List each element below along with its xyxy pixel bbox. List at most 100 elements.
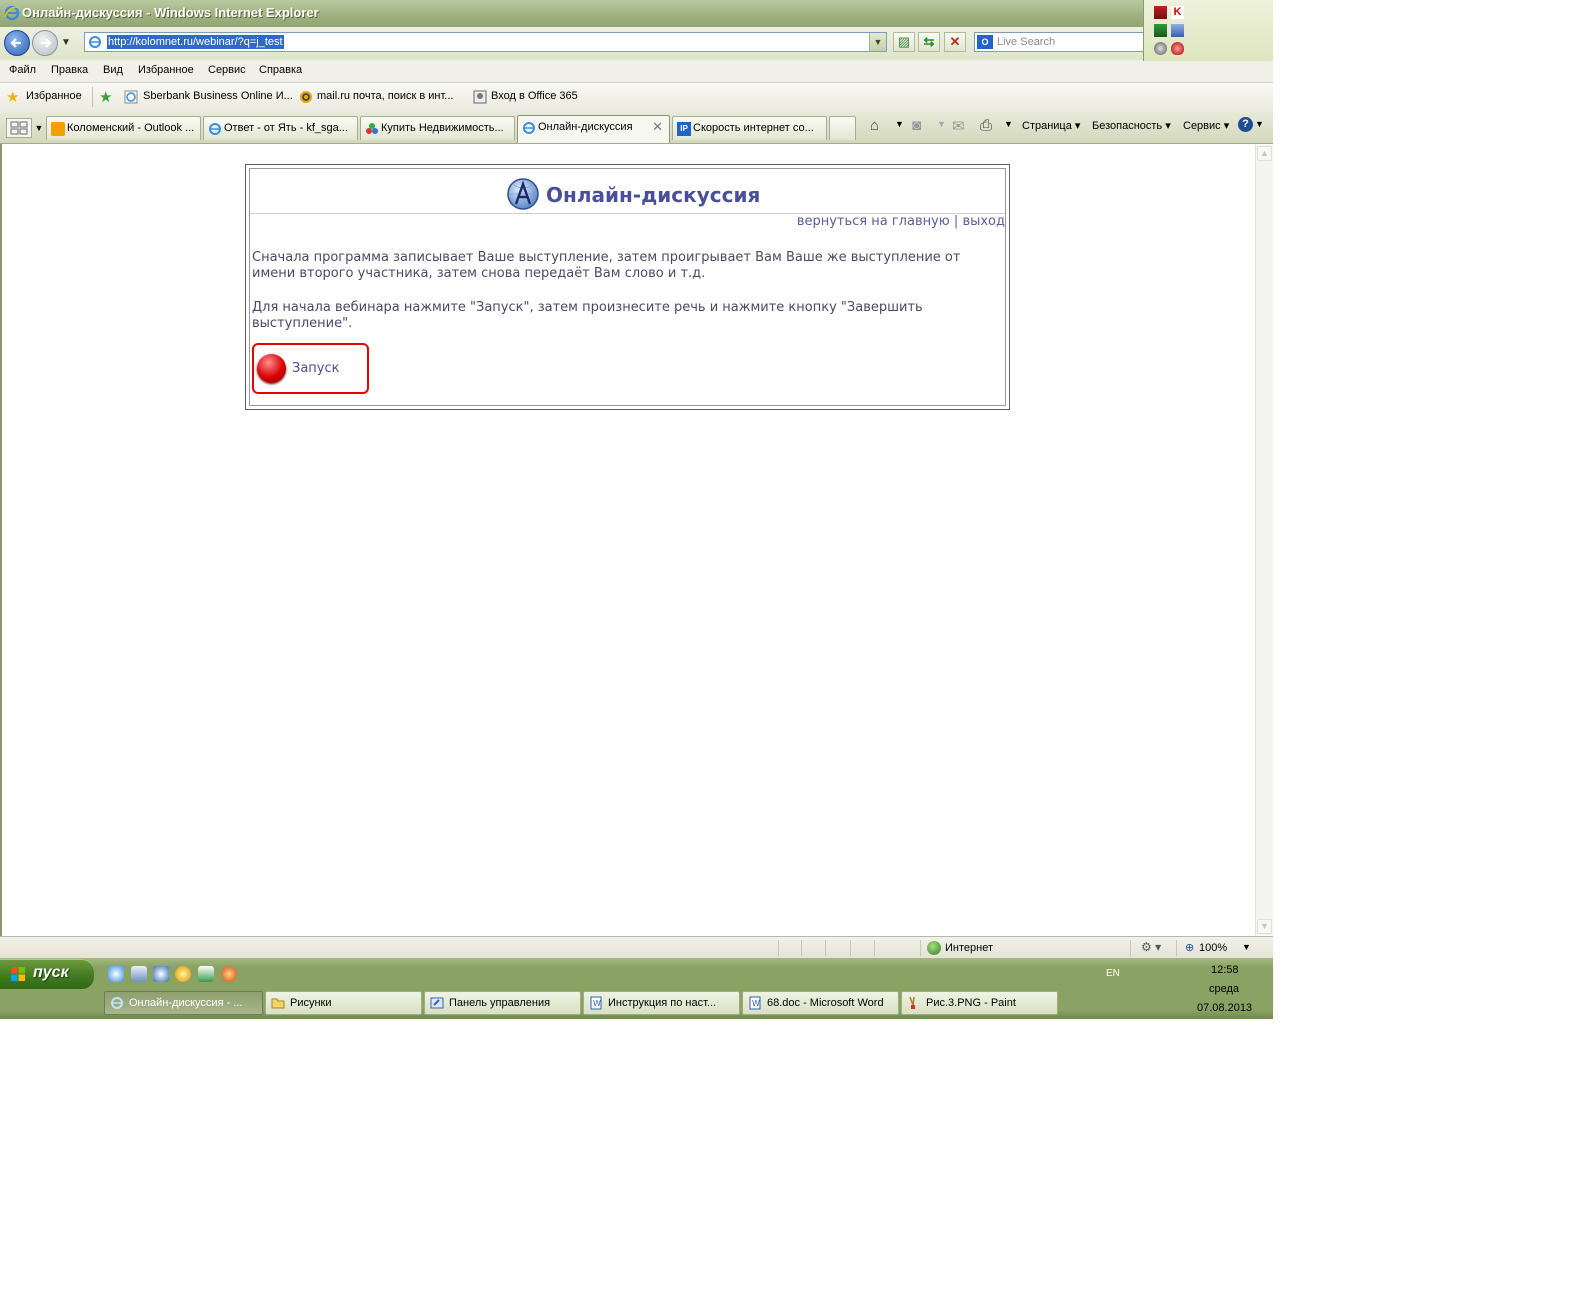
home-dropdown[interactable]: ▼ [895,119,904,129]
stop-button[interactable]: ✕ [944,32,966,52]
new-tab-button[interactable] [829,116,856,140]
menu-edit[interactable]: Правка [51,64,88,76]
menu-file[interactable]: Файл [9,64,36,76]
print-icon[interactable]: ⎙ [980,117,992,134]
security-zone[interactable]: Интернет [945,942,993,954]
tab-list-dropdown[interactable]: ▼ [33,118,45,138]
safety-menu-label: Безопасность [1092,120,1163,132]
recent-pages-dropdown[interactable]: ▼ [61,37,71,48]
favorite-link-office365[interactable]: Вход в Office 365 [491,90,578,102]
start-menu-button[interactable]: пуск [0,959,94,989]
tab-outlook[interactable]: Коломенский - Outlook ... [46,116,201,140]
taskbar-item-ie[interactable]: Онлайн-дискуссия - ... [104,991,263,1015]
print-dropdown[interactable]: ▼ [1004,119,1013,129]
vertical-scrollbar[interactable]: ▲ ▼ [1255,145,1273,935]
feeds-dropdown[interactable]: ▼ [937,119,946,129]
status-divider [778,940,779,956]
menu-bar: Файл Правка Вид Избранное Сервис Справка [0,60,1273,83]
menu-help[interactable]: Справка [259,64,302,76]
desktop-screen: Онлайн-дискуссия - Windows Internet Expl… [0,0,1273,1019]
home-icon[interactable]: ⌂ [870,117,879,134]
zoom-level[interactable]: 100% [1199,942,1227,954]
page-nav-links: вернуться на главную | выход [797,214,1005,229]
favorite-link-sberbank[interactable]: Sberbank Business Online И... [143,90,293,102]
taskbar: пуск EN Онлайн-дискуссия - ... Рисунки П… [0,958,1273,1019]
favorites-separator [92,87,93,107]
address-toolbar: ▼ http://kolomnet.ru/webinar/?q=j_test ▼… [0,27,1273,60]
window-title: Онлайн-дискуссия - Windows Internet Expl… [22,5,319,20]
volume-icon[interactable] [1154,6,1167,19]
keyboard-language[interactable]: EN [1106,968,1120,979]
add-favorite-icon[interactable]: ★ [99,88,112,106]
compatibility-view-button[interactable]: ▨ [893,32,915,52]
tab-online-discussion[interactable]: Онлайн-дискуссия ✕ [517,115,670,143]
back-button[interactable] [4,30,30,56]
tab-label: Коломенский - Outlook ... [67,122,195,134]
quicklaunch-firefox-icon[interactable] [221,966,237,982]
taskbar-item-control-panel[interactable]: Панель управления [424,991,581,1015]
quick-tabs-button[interactable] [6,118,32,138]
ie-task-icon [111,997,123,1009]
zoom-dropdown[interactable]: ▼ [1242,942,1251,952]
tools-menu[interactable]: Сервис ▾ [1183,119,1229,132]
taskbar-item-paint[interactable]: Рис.3.PNG - Paint [901,991,1058,1015]
quicklaunch-desktop-icon[interactable] [198,966,214,982]
clock-time[interactable]: 12:58 [1211,964,1239,976]
address-field[interactable]: http://kolomnet.ru/webinar/?q=j_test ▼ [84,32,887,52]
protected-mode-icon[interactable]: ⚙ ▾ [1141,940,1161,954]
menu-tools[interactable]: Сервис [208,64,246,76]
mail-icon[interactable]: ✉ [952,117,965,135]
display-icon[interactable] [1171,24,1184,37]
link-back-to-main[interactable]: вернуться на главную [797,214,950,229]
close-tab-icon[interactable]: ✕ [652,119,663,135]
page-menu-label: Страница [1022,120,1072,132]
scroll-up-button[interactable]: ▲ [1257,146,1272,161]
favorites-button[interactable]: Избранное [26,90,82,102]
task-label: Онлайн-дискуссия - ... [129,997,243,1009]
url-text: http://kolomnet.ru/webinar/?q=j_test [107,35,284,49]
network-icon[interactable] [1154,24,1167,37]
tab-internet-speed[interactable]: IP Скорость интернет со... [672,116,827,140]
address-dropdown-button[interactable]: ▼ [869,33,886,51]
live-search-icon: O [977,35,993,49]
webinar-panel: Онлайн-дискуссия вернуться на главную | … [245,164,1010,410]
windows-logo-icon [11,967,25,981]
kaspersky-icon[interactable]: K [1171,6,1184,19]
quicklaunch-outlook-icon[interactable] [153,966,169,982]
help-dropdown[interactable]: ▼ [1255,119,1264,129]
link-exit[interactable]: выход [962,214,1005,229]
forward-button[interactable] [32,30,58,56]
quicklaunch-user-icon[interactable] [131,966,147,982]
task-label: Инструкция по наст... [608,997,717,1009]
svg-text:W: W [752,999,760,1008]
rss-feed-icon[interactable]: ◙ [912,117,921,134]
status-divider [920,940,921,956]
quicklaunch-ie-icon[interactable] [108,966,124,982]
security-shield-icon[interactable] [1171,42,1184,55]
tab-reply[interactable]: Ответ - от Ять - kf_sga... [203,116,358,140]
update-icon[interactable] [1154,42,1167,55]
window-title-bar[interactable]: Онлайн-дискуссия - Windows Internet Expl… [0,0,1273,27]
tab-label: Купить Недвижимость... [381,122,504,134]
quicklaunch-media-player-icon[interactable] [175,966,191,982]
help-icon[interactable]: ? [1238,117,1253,132]
tools-menu-label: Сервис [1183,120,1221,132]
menu-favorites[interactable]: Избранное [138,64,194,76]
refresh-button[interactable]: ⇆ [918,32,940,52]
sberbank-page-icon [124,90,138,104]
taskbar-item-word-68[interactable]: W 68.doc - Microsoft Word [742,991,899,1015]
tab-label: Скорость интернет со... [693,122,814,134]
taskbar-item-pictures[interactable]: Рисунки [265,991,422,1015]
scroll-down-button[interactable]: ▼ [1257,919,1272,934]
instructions-paragraph-2: Для начала вебинара нажмите "Запуск", за… [252,300,923,331]
taskbar-item-instruction-doc[interactable]: W Инструкция по наст... [583,991,740,1015]
tab-realty[interactable]: Купить Недвижимость... [360,116,515,140]
start-button[interactable]: Запуск [252,343,369,394]
page-menu[interactable]: Страница ▾ [1022,119,1080,132]
menu-view[interactable]: Вид [103,64,123,76]
favorites-bar: ★ Избранное ★ Sberbank Business Online И… [0,83,1273,112]
status-bar: Интернет ⚙ ▾ ⊕ 100% ▼ [0,936,1273,959]
safety-menu[interactable]: Безопасность ▾ [1092,119,1171,132]
favorite-link-mailru[interactable]: mail.ru почта, поиск в инт... [317,90,453,102]
status-divider [874,940,875,956]
